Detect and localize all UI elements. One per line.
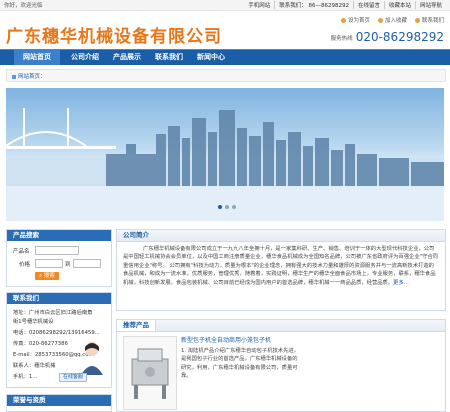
top-bar: 你好，欢迎光临 手机网站 联系我们： 86—86298292 在线留言 收藏本站… [0, 0, 450, 11]
contact-link[interactable]: 联系我们 [414, 16, 444, 24]
search-button[interactable]: ⌕ 搜索 [35, 272, 59, 280]
hero-banner[interactable] [6, 88, 444, 221]
contact-mobile: 手机：1... [13, 374, 38, 380]
main-nav: 网站首页 公司介绍 产品展示 联系我们 新闻中心 [0, 49, 450, 65]
product-title[interactable]: 新型包子机全自动商用小笼包子机 [181, 335, 271, 344]
company-intro-title: 公司简介 [117, 230, 445, 242]
header-quick-links: 设为首页 加入收藏 联系我们 [340, 16, 444, 24]
product-description: 1. 淘陆机产品介绍广东穗华自动包子机技术先进，是我国包子行业的首选产品，广东穗… [181, 348, 299, 380]
customer-service-avatar [81, 342, 103, 375]
product-search-title: 产品搜索 [7, 230, 111, 241]
nav-item-products[interactable]: 产品展示 [104, 50, 150, 65]
recommended-products-header: 推荐产品 [117, 320, 445, 332]
contact-address-2: 街1号穗华机械设 [13, 319, 54, 325]
price-max-input[interactable] [73, 259, 101, 268]
site-logo[interactable]: 广东穗华机械设备有限公司 [6, 22, 222, 47]
header: 广东穗华机械设备有限公司 设为首页 加入收藏 联系我们 服务热线 020-8629… [0, 11, 450, 47]
star-icon [377, 18, 383, 23]
top-link-sitemap[interactable]: 网站导航 [414, 1, 446, 9]
city-skyline-image [6, 108, 444, 221]
online-service-button[interactable]: 在线客服 [59, 373, 87, 382]
contact-fax: 传真：020-86277386 [13, 341, 68, 347]
company-intro-text: 广东穗华机械设备有限公司成立于一九九八年坐拥十月，是一家集科研、生产、销售、培训… [123, 246, 438, 286]
banner-dot-3[interactable] [232, 205, 236, 209]
top-links: 手机网站 联系我们： 86—86298292 在线留言 收藏本站 网站导航 [244, 1, 446, 9]
nav-item-about[interactable]: 公司介绍 [62, 50, 108, 65]
nav-item-news[interactable]: 新闻中心 [188, 50, 234, 65]
top-link-mobile[interactable]: 手机网站 [244, 1, 274, 9]
company-intro-box: 公司简介 广东穗华机械设备有限公司成立于一九九八年坐拥十月，是一家集科研、生产、… [116, 229, 446, 311]
welcome-text: 你好，欢迎光临 [4, 3, 43, 9]
hotline: 服务热线 020-86298292 [331, 30, 444, 44]
nav-item-contact[interactable]: 联系我们 [146, 50, 192, 65]
home-icon [340, 18, 346, 23]
product-name-input[interactable] [35, 246, 79, 255]
location-icon [12, 74, 16, 79]
recommended-products-box: 推荐产品 新型包子机全自动商用小笼包子机 1. 淘陆机产品介绍广东穗华自动包子机… [116, 319, 446, 412]
contact-box: 联系我们 地址：广州市白云区旧江路后南角 街1号穗华机械设 电话：0208629… [6, 292, 112, 388]
contact-title: 联系我们 [7, 293, 111, 304]
recommended-products-title: 推荐产品 [117, 320, 156, 331]
breadcrumb-bar: 网站首页： [6, 69, 446, 82]
food-machine-image [131, 348, 169, 399]
product-search-box: 产品搜索 产品名 价格 到 ⌕ 搜索 [6, 229, 112, 287]
add-favorite-link[interactable]: 加入收藏 [377, 16, 407, 24]
price-label: 价格 [19, 262, 31, 268]
top-link-favorite[interactable]: 收藏本站 [383, 1, 415, 9]
phone-icon [414, 18, 420, 23]
contact-address: 地址：广州市白云区旧江路后南角 [13, 310, 93, 316]
hotline-label: 服务热线 [330, 35, 353, 42]
set-homepage-link[interactable]: 设为首页 [340, 16, 370, 24]
honor-title: 荣誉与资质 [7, 395, 111, 406]
contact-phone: 电话：02086298292/13916459... [13, 330, 100, 336]
top-link-message[interactable]: 在线留言 [352, 1, 384, 9]
breadcrumb[interactable]: 网站首页： [12, 72, 46, 80]
product-name-label: 产品名 [13, 249, 30, 255]
banner-dot-1[interactable] [218, 205, 222, 209]
price-to-label: 到 [65, 262, 71, 268]
product-image[interactable] [123, 336, 177, 410]
contact-person: 联系人：穗华机械 [13, 363, 56, 369]
nav-item-home[interactable]: 网站首页 [14, 50, 60, 65]
top-link-contact[interactable]: 联系我们： 86—86298292 [274, 1, 353, 9]
price-min-input[interactable] [35, 259, 63, 268]
more-link[interactable]: 更多... [393, 280, 409, 286]
honor-box: 荣誉与资质 [6, 394, 112, 412]
banner-dot-2[interactable] [225, 205, 229, 209]
hotline-number: 020-86298292 [355, 30, 444, 44]
